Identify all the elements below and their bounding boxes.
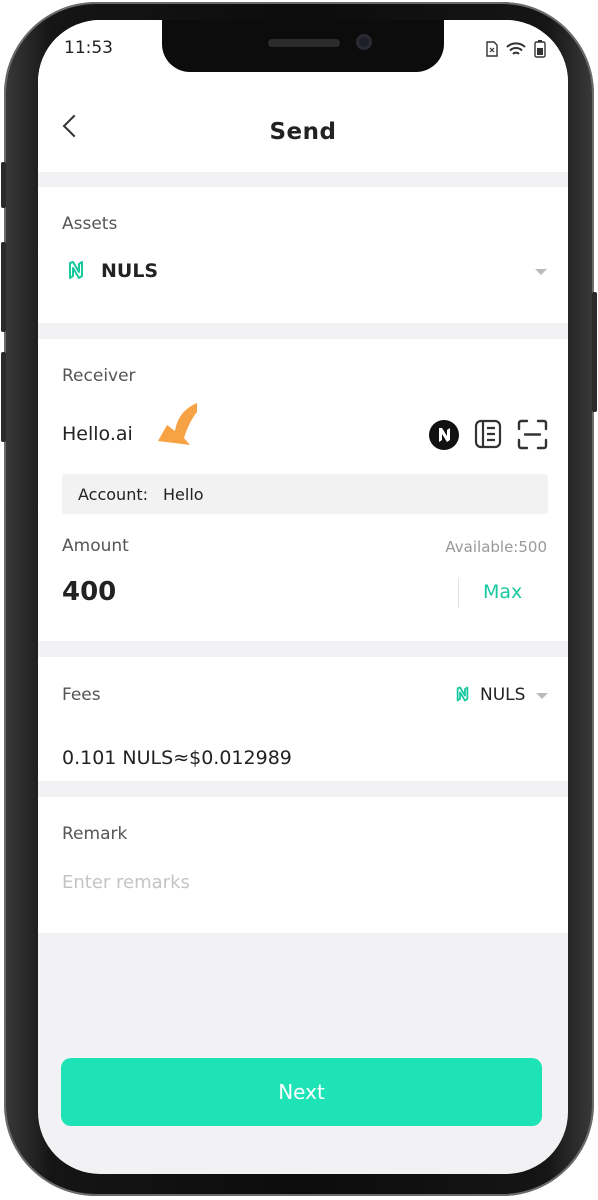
assets-label: Assets xyxy=(62,214,118,234)
fee-currency-selector[interactable]: NULS xyxy=(450,679,562,713)
account-info: Account: Hello xyxy=(62,474,548,514)
app-screen: 11:53 Send Assets NULS Receiver Hello.ai… xyxy=(38,20,568,1174)
next-button[interactable]: Next xyxy=(61,1058,542,1126)
fees-card: Fees NULS 0.101 NULS≈$0.012989 xyxy=(38,657,568,781)
available-balance: Available:500 xyxy=(445,538,547,556)
nuls-name-icon[interactable] xyxy=(429,420,459,450)
assets-card: Assets NULS xyxy=(38,187,568,323)
notch xyxy=(162,20,444,72)
status-icons xyxy=(486,40,546,58)
asset-selector[interactable]: NULS xyxy=(38,247,568,297)
no-sim-icon xyxy=(486,41,498,57)
hint-arrow-icon xyxy=(158,403,197,445)
chevron-down-icon xyxy=(536,693,548,699)
speaker xyxy=(268,39,340,47)
status-time: 11:53 xyxy=(64,38,113,58)
wifi-icon xyxy=(506,41,526,55)
receiver-input[interactable]: Hello.ai xyxy=(62,423,133,445)
page-title: Send xyxy=(269,119,337,145)
power-button xyxy=(592,292,597,412)
fee-currency: NULS xyxy=(480,685,526,705)
mute-switch xyxy=(1,162,6,208)
remark-card: Remark Enter remarks xyxy=(38,797,568,933)
remark-label: Remark xyxy=(62,824,128,844)
battery-icon xyxy=(534,40,546,58)
front-camera xyxy=(356,34,372,50)
divider xyxy=(458,578,459,608)
amount-label: Amount xyxy=(62,536,129,556)
fee-value: 0.101 NULS≈$0.012989 xyxy=(62,747,292,769)
receiver-label: Receiver xyxy=(62,366,136,386)
receiver-card: Receiver Hello.ai Account: Hello Amount xyxy=(38,339,568,641)
account-prefix: Account: xyxy=(78,485,148,504)
scan-icon[interactable] xyxy=(517,419,548,450)
address-book-icon[interactable] xyxy=(474,419,502,449)
asset-name: NULS xyxy=(101,260,159,282)
phone-frame: 11:53 Send Assets NULS Receiver Hello.ai… xyxy=(1,2,597,1196)
volume-up-button xyxy=(1,242,6,332)
chevron-down-icon xyxy=(535,269,547,275)
max-button[interactable]: Max xyxy=(483,581,522,603)
nuls-logo-icon xyxy=(69,261,83,279)
amount-input[interactable]: 400 xyxy=(62,577,116,607)
account-name: Hello xyxy=(163,485,204,504)
fees-label: Fees xyxy=(62,685,101,705)
volume-down-button xyxy=(1,352,6,442)
nuls-logo-icon xyxy=(456,686,469,702)
remark-input[interactable]: Enter remarks xyxy=(62,872,190,893)
